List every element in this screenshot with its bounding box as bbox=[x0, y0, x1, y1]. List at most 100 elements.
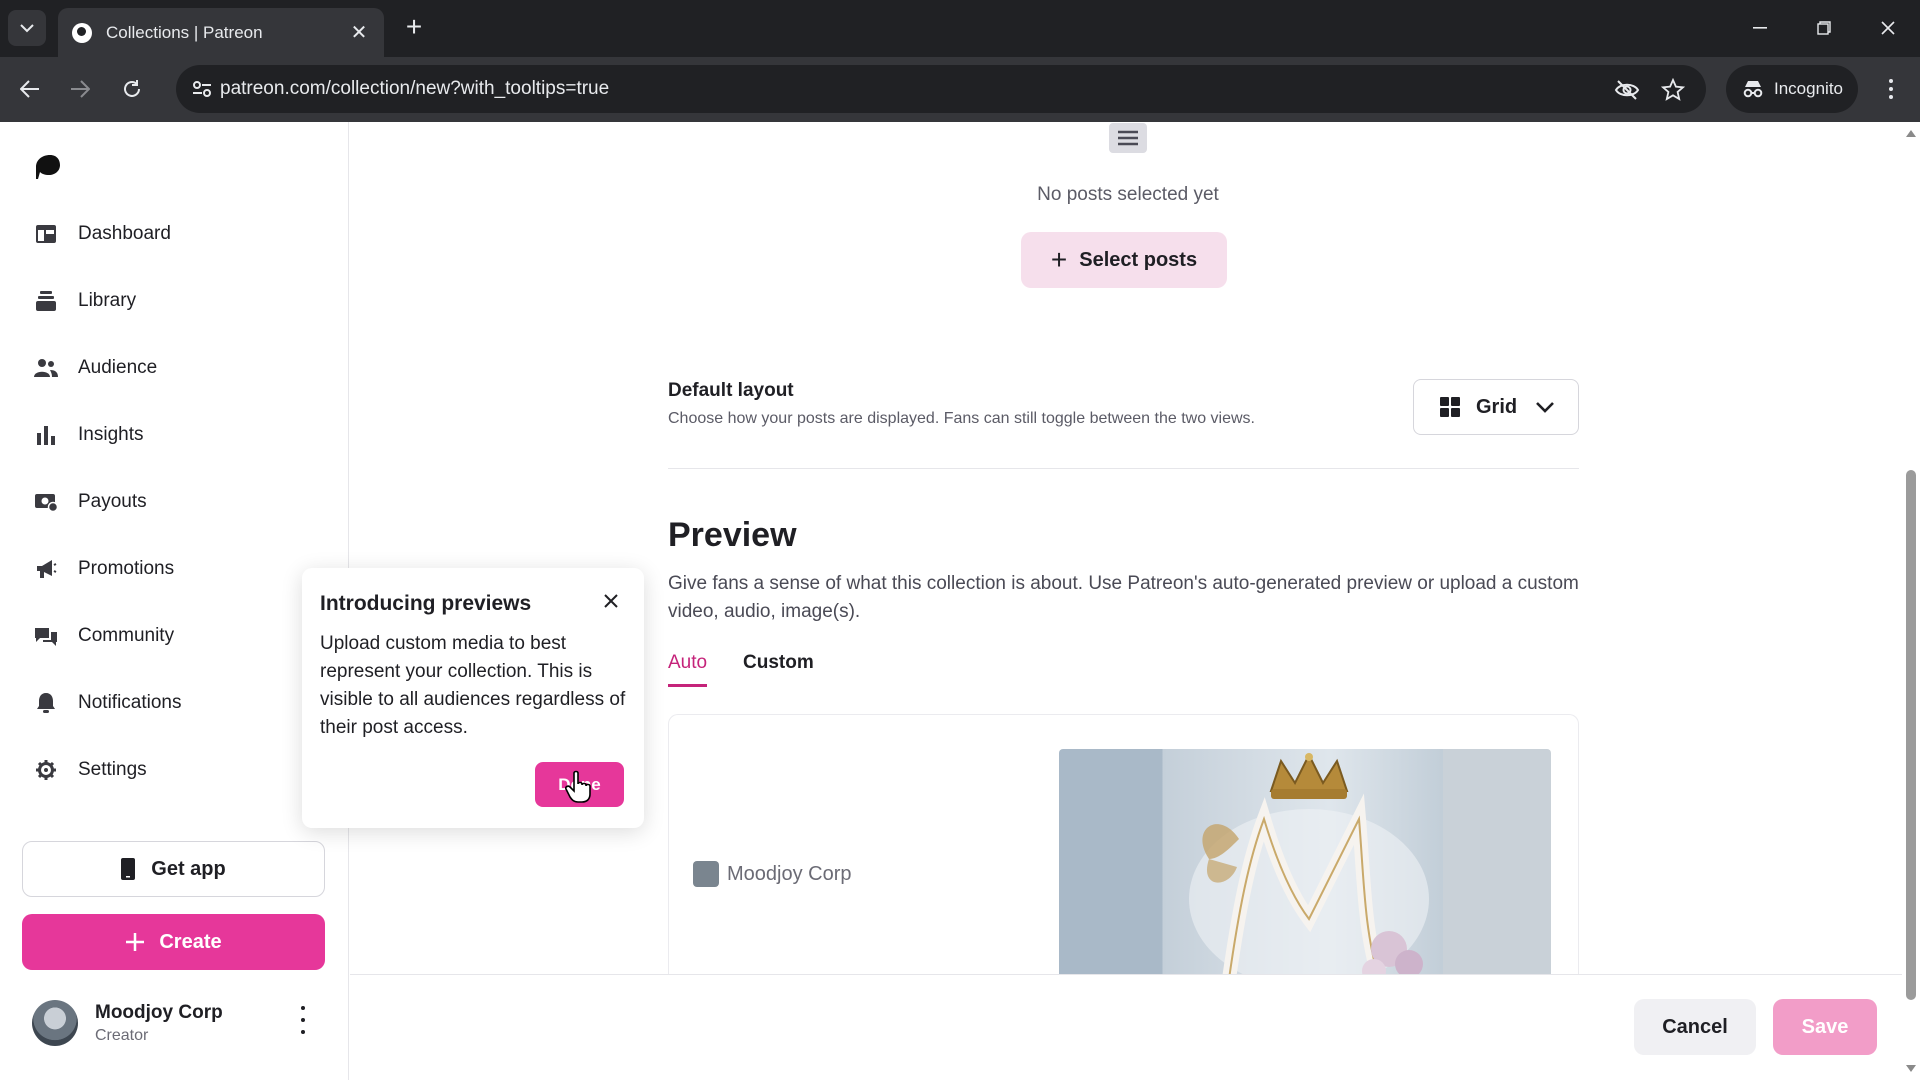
cancel-button[interactable]: Cancel bbox=[1634, 999, 1756, 1055]
community-icon bbox=[34, 624, 58, 648]
library-icon bbox=[34, 289, 58, 313]
audience-icon bbox=[34, 356, 58, 380]
scroll-up-arrow-icon[interactable] bbox=[1906, 130, 1916, 137]
sidebar-item-label: Promotions bbox=[78, 558, 175, 579]
sidebar-item-insights[interactable]: Insights bbox=[34, 415, 143, 455]
scroll-down-arrow-icon[interactable] bbox=[1906, 1065, 1916, 1072]
minimize-icon bbox=[1753, 27, 1767, 29]
sidebar-item-library[interactable]: Library bbox=[34, 281, 136, 321]
preview-creator: Moodjoy Corp bbox=[693, 861, 852, 887]
chevron-down-icon bbox=[1536, 402, 1555, 413]
tooltip-title: Introducing previews bbox=[320, 592, 532, 615]
tab-close-icon[interactable]: ✕ bbox=[348, 20, 370, 45]
patreon-favicon-icon bbox=[72, 22, 92, 43]
reload-icon bbox=[124, 80, 140, 97]
sidebar-item-notifications[interactable]: Notifications bbox=[34, 683, 182, 723]
address-bar[interactable]: patreon.com/collection/new?with_tooltips… bbox=[176, 65, 1706, 113]
bottom-action-bar: Cancel Save bbox=[350, 974, 1902, 1080]
sidebar-item-label: Library bbox=[78, 290, 137, 311]
tab-custom[interactable]: Custom bbox=[743, 652, 814, 674]
sidebar: Dashboard Library Audience Insights Payo… bbox=[0, 122, 349, 1080]
hand-cursor-icon bbox=[565, 770, 591, 803]
star-icon[interactable] bbox=[1660, 77, 1686, 103]
preview-image bbox=[1059, 749, 1551, 989]
forward-button[interactable] bbox=[60, 69, 100, 109]
browser-tab-active[interactable]: Collections | Patreon ✕ bbox=[58, 8, 384, 57]
incognito-label: Incognito bbox=[1774, 79, 1843, 98]
preview-description: Give fans a sense of what this collectio… bbox=[668, 573, 1579, 622]
crowned-letter-artwork bbox=[1189, 752, 1429, 989]
profile-name: Moodjoy Corp bbox=[95, 1002, 223, 1023]
page-scrollbar[interactable] bbox=[1902, 122, 1920, 1080]
layout-dropdown[interactable]: Grid bbox=[1413, 379, 1579, 435]
plus-icon: + bbox=[1050, 244, 1068, 275]
tab-search-button[interactable] bbox=[8, 10, 46, 46]
sidebar-item-label: Payouts bbox=[78, 491, 147, 512]
reload-button[interactable] bbox=[112, 69, 152, 109]
sidebar-item-audience[interactable]: Audience bbox=[34, 348, 157, 388]
sidebar-item-label: Notifications bbox=[78, 692, 182, 713]
restore-button[interactable] bbox=[1804, 10, 1844, 46]
close-window-button[interactable] bbox=[1868, 10, 1908, 46]
promotions-icon bbox=[34, 557, 58, 581]
preview-creator-name: Moodjoy Corp bbox=[727, 862, 852, 885]
preview-title: Preview bbox=[668, 516, 797, 554]
tab-title: Collections | Patreon bbox=[106, 22, 263, 42]
back-button[interactable] bbox=[10, 69, 50, 109]
sidebar-item-label: Dashboard bbox=[78, 223, 171, 244]
sidebar-item-label: Community bbox=[78, 625, 175, 646]
insights-icon bbox=[34, 423, 58, 447]
chevron-down-icon bbox=[20, 24, 34, 33]
posts-list-icon bbox=[1109, 123, 1147, 153]
new-tab-button[interactable]: + bbox=[398, 12, 430, 44]
sidebar-item-label: Settings bbox=[78, 759, 147, 780]
sidebar-item-label: Audience bbox=[78, 357, 158, 378]
tab-auto[interactable]: Auto bbox=[668, 652, 708, 687]
gear-icon bbox=[34, 758, 58, 782]
dashboard-icon bbox=[34, 222, 58, 246]
url-text[interactable]: patreon.com/collection/new?with_tooltips… bbox=[220, 78, 609, 100]
tooltip-body: Upload custom media to best represent yo… bbox=[320, 633, 626, 738]
avatar[interactable] bbox=[32, 1000, 78, 1046]
select-posts-label: Select posts bbox=[1079, 248, 1198, 271]
sidebar-item-label: Insights bbox=[78, 424, 144, 445]
profile-card[interactable]: Moodjoy Corp Creator bbox=[32, 998, 332, 1054]
minimize-button[interactable] bbox=[1740, 10, 1780, 46]
sidebar-item-payouts[interactable]: Payouts bbox=[34, 482, 147, 522]
create-button[interactable]: Create bbox=[22, 914, 325, 970]
arrow-right-icon bbox=[71, 80, 90, 98]
close-icon bbox=[1881, 21, 1895, 35]
tooltip-close-button[interactable] bbox=[600, 590, 622, 612]
browser-menu-button[interactable] bbox=[1876, 69, 1906, 109]
plus-icon bbox=[126, 933, 145, 951]
get-app-label: Get app bbox=[151, 857, 226, 880]
arrow-left-icon bbox=[20, 80, 39, 98]
close-icon bbox=[604, 594, 618, 608]
default-layout-title: Default layout bbox=[668, 380, 794, 401]
sidebar-item-dashboard[interactable]: Dashboard bbox=[34, 214, 171, 254]
eye-off-icon[interactable] bbox=[1614, 77, 1640, 103]
no-posts-text: No posts selected yet bbox=[1037, 184, 1219, 205]
get-app-button[interactable]: Get app bbox=[22, 841, 325, 897]
preview-card: Moodjoy Corp bbox=[668, 714, 1579, 1004]
bell-icon bbox=[34, 691, 58, 715]
scroll-thumb[interactable] bbox=[1906, 470, 1916, 1000]
sidebar-item-promotions[interactable]: Promotions bbox=[34, 549, 174, 589]
select-posts-button[interactable]: + Select posts bbox=[1021, 232, 1227, 288]
sidebar-item-settings[interactable]: Settings bbox=[34, 750, 147, 790]
browser-toolbar: patreon.com/collection/new?with_tooltips… bbox=[0, 57, 1920, 122]
incognito-indicator[interactable]: Incognito bbox=[1726, 65, 1858, 113]
browser-tabstrip: Collections | Patreon ✕ + bbox=[0, 0, 1920, 57]
grid-icon bbox=[1440, 397, 1460, 417]
restore-icon bbox=[1817, 21, 1831, 35]
patreon-logo-icon[interactable] bbox=[36, 154, 60, 180]
phone-icon bbox=[121, 858, 136, 880]
profile-more-button[interactable] bbox=[298, 1006, 308, 1034]
default-layout-description: Choose how your posts are displayed. Fan… bbox=[668, 410, 1255, 427]
incognito-icon bbox=[1743, 81, 1763, 98]
layout-dropdown-value: Grid bbox=[1476, 395, 1518, 418]
site-settings-icon[interactable] bbox=[190, 77, 214, 101]
save-button[interactable]: Save bbox=[1773, 999, 1877, 1055]
create-label: Create bbox=[159, 930, 222, 953]
sidebar-item-community[interactable]: Community bbox=[34, 616, 174, 656]
